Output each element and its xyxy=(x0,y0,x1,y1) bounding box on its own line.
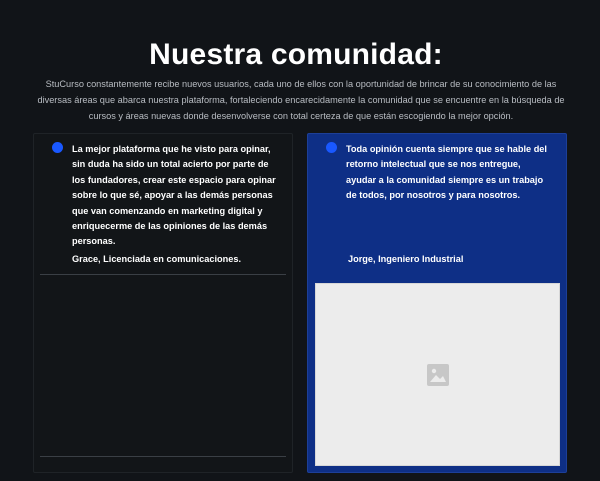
testimonials-section: Nuestra comunidad: StuCurso constantemen… xyxy=(0,0,600,481)
bullet-dot-icon xyxy=(52,142,63,153)
section-title: Nuestra comunidad: xyxy=(149,38,443,71)
testimonial-card-grace: La mejor plataforma que he visto para op… xyxy=(33,133,293,473)
testimonial-author: Grace, Licenciada en comunicaciones. xyxy=(72,254,242,264)
divider xyxy=(40,456,286,457)
testimonial-author: Jorge, Ingeniero Industrial xyxy=(348,254,464,264)
bullet-dot-icon xyxy=(326,142,337,153)
divider xyxy=(40,274,286,275)
image-placeholder-icon xyxy=(427,364,449,386)
image-placeholder xyxy=(315,283,560,466)
section-intro: StuCurso constantemente recibe nuevos us… xyxy=(37,79,565,121)
testimonial-quote: Toda opinión cuenta siempre que se hable… xyxy=(346,144,547,201)
testimonial-quote: La mejor plataforma que he visto para op… xyxy=(72,144,276,247)
testimonial-card-jorge: Toda opinión cuenta siempre que se hable… xyxy=(307,133,567,473)
